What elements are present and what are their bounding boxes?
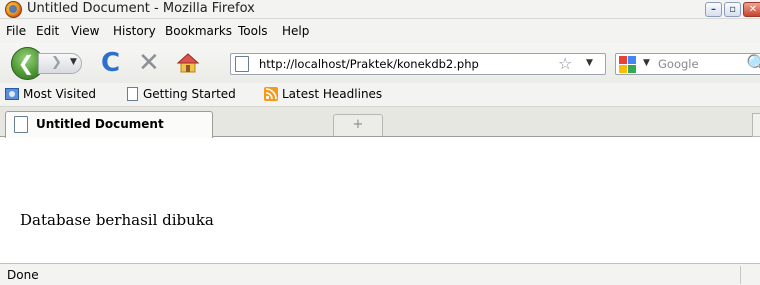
tab-untitled-document[interactable]: Untitled Document bbox=[5, 111, 213, 138]
maximize-icon: ▫ bbox=[729, 4, 736, 15]
page-message: Database berhasil dibuka bbox=[20, 211, 214, 229]
search-engine-dropdown-icon[interactable]: ▼ bbox=[643, 58, 650, 68]
menu-tools[interactable]: Tools bbox=[238, 24, 268, 38]
most-visited-icon bbox=[5, 88, 19, 100]
page-icon bbox=[235, 56, 249, 72]
rss-icon bbox=[264, 87, 278, 101]
tab-strip: Untitled Document + bbox=[0, 107, 760, 138]
bookmark-label: Most Visited bbox=[23, 87, 97, 101]
new-tab-button[interactable]: + bbox=[333, 114, 383, 136]
forward-button[interactable]: ❯ ▼ bbox=[38, 53, 82, 74]
tab-label: Untitled Document bbox=[36, 117, 164, 131]
stop-icon[interactable]: ✕ bbox=[138, 50, 160, 76]
bookmark-label: Getting Started bbox=[143, 87, 236, 101]
magnifier-icon[interactable]: 🔍 bbox=[746, 54, 760, 75]
reload-icon[interactable]: C bbox=[101, 50, 120, 76]
status-divider bbox=[740, 266, 741, 284]
star-icon[interactable]: ☆ bbox=[558, 54, 572, 73]
plus-icon: + bbox=[352, 117, 364, 132]
bookmarks-toolbar: Most Visited Getting Started Latest Head… bbox=[0, 83, 760, 107]
back-icon: ❮ bbox=[17, 51, 35, 75]
search-engine-icon[interactable] bbox=[619, 56, 641, 73]
bookmark-label: Latest Headlines bbox=[282, 87, 383, 101]
search-bar[interactable]: ▼ Google 🔍 bbox=[615, 53, 760, 75]
url-dropdown-icon[interactable]: ▼ bbox=[586, 58, 593, 68]
bookmark-latest-headlines[interactable]: Latest Headlines bbox=[264, 87, 382, 103]
menu-history[interactable]: History bbox=[113, 24, 156, 38]
navigation-toolbar: ❮ ❯ ▼ C ✕ http://localhost/Praktek/konek… bbox=[0, 43, 760, 83]
menu-view[interactable]: View bbox=[71, 24, 99, 38]
title-bar: Untitled Document - Mozilla Firefox – ▫ … bbox=[0, 0, 760, 19]
firefox-icon bbox=[5, 1, 22, 18]
bookmark-getting-started[interactable]: Getting Started bbox=[125, 87, 236, 103]
page-icon bbox=[14, 116, 28, 133]
status-text: Done bbox=[7, 268, 39, 282]
home-icon[interactable] bbox=[176, 51, 200, 75]
minimize-button[interactable]: – bbox=[705, 2, 722, 17]
close-icon: ✕ bbox=[748, 4, 758, 15]
status-bar: Done bbox=[0, 263, 760, 285]
page-icon bbox=[127, 87, 138, 101]
close-button[interactable]: ✕ bbox=[743, 2, 760, 17]
bookmark-most-visited[interactable]: Most Visited bbox=[5, 87, 96, 103]
history-dropdown-icon[interactable]: ▼ bbox=[70, 57, 77, 67]
minimize-icon: – bbox=[711, 4, 716, 15]
maximize-button[interactable]: ▫ bbox=[724, 2, 741, 17]
window-title: Untitled Document - Mozilla Firefox bbox=[27, 1, 255, 16]
forward-icon: ❯ bbox=[51, 55, 62, 70]
menu-bookmarks[interactable]: Bookmarks bbox=[165, 24, 232, 38]
menu-file[interactable]: File bbox=[6, 24, 26, 38]
menu-edit[interactable]: Edit bbox=[36, 24, 59, 38]
menu-bar: File Edit View History Bookmarks Tools H… bbox=[0, 19, 760, 43]
search-input[interactable]: Google bbox=[658, 57, 699, 71]
address-bar[interactable]: http://localhost/Praktek/konekdb2.php ☆ … bbox=[230, 53, 606, 75]
page-content: Database berhasil dibuka bbox=[0, 138, 760, 263]
menu-help[interactable]: Help bbox=[282, 24, 309, 38]
tab-list-button[interactable] bbox=[752, 113, 760, 137]
url-text[interactable]: http://localhost/Praktek/konekdb2.php bbox=[259, 57, 479, 71]
